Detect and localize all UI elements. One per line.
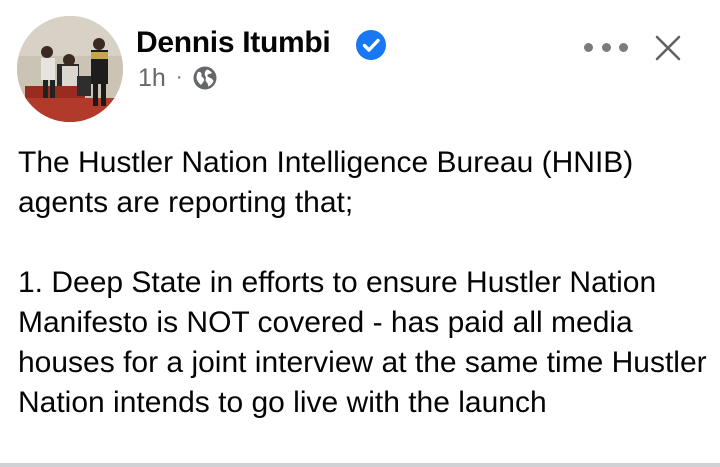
author-avatar[interactable] xyxy=(17,16,123,122)
post-body: The Hustler Nation Intelligence Bureau (… xyxy=(18,143,708,423)
verified-badge-icon xyxy=(356,30,386,60)
globe-icon[interactable] xyxy=(192,65,218,91)
more-dot xyxy=(619,42,628,52)
facebook-post: Dennis Itumbi 1h · The Hustler Nation In… xyxy=(0,0,720,467)
more-dot xyxy=(584,42,593,52)
more-options-icon[interactable] xyxy=(584,34,628,60)
post-timestamp[interactable]: 1h xyxy=(138,64,166,93)
close-icon[interactable] xyxy=(652,32,684,64)
meta-separator: · xyxy=(175,65,183,88)
more-dot xyxy=(601,42,611,52)
post-divider xyxy=(0,463,720,467)
post-paragraph: 1. Deep State in efforts to ensure Hustl… xyxy=(18,266,707,419)
post-paragraph: The Hustler Nation Intelligence Bureau (… xyxy=(18,146,634,219)
post-meta: 1h · xyxy=(138,63,218,93)
author-name[interactable]: Dennis Itumbi xyxy=(136,26,331,60)
